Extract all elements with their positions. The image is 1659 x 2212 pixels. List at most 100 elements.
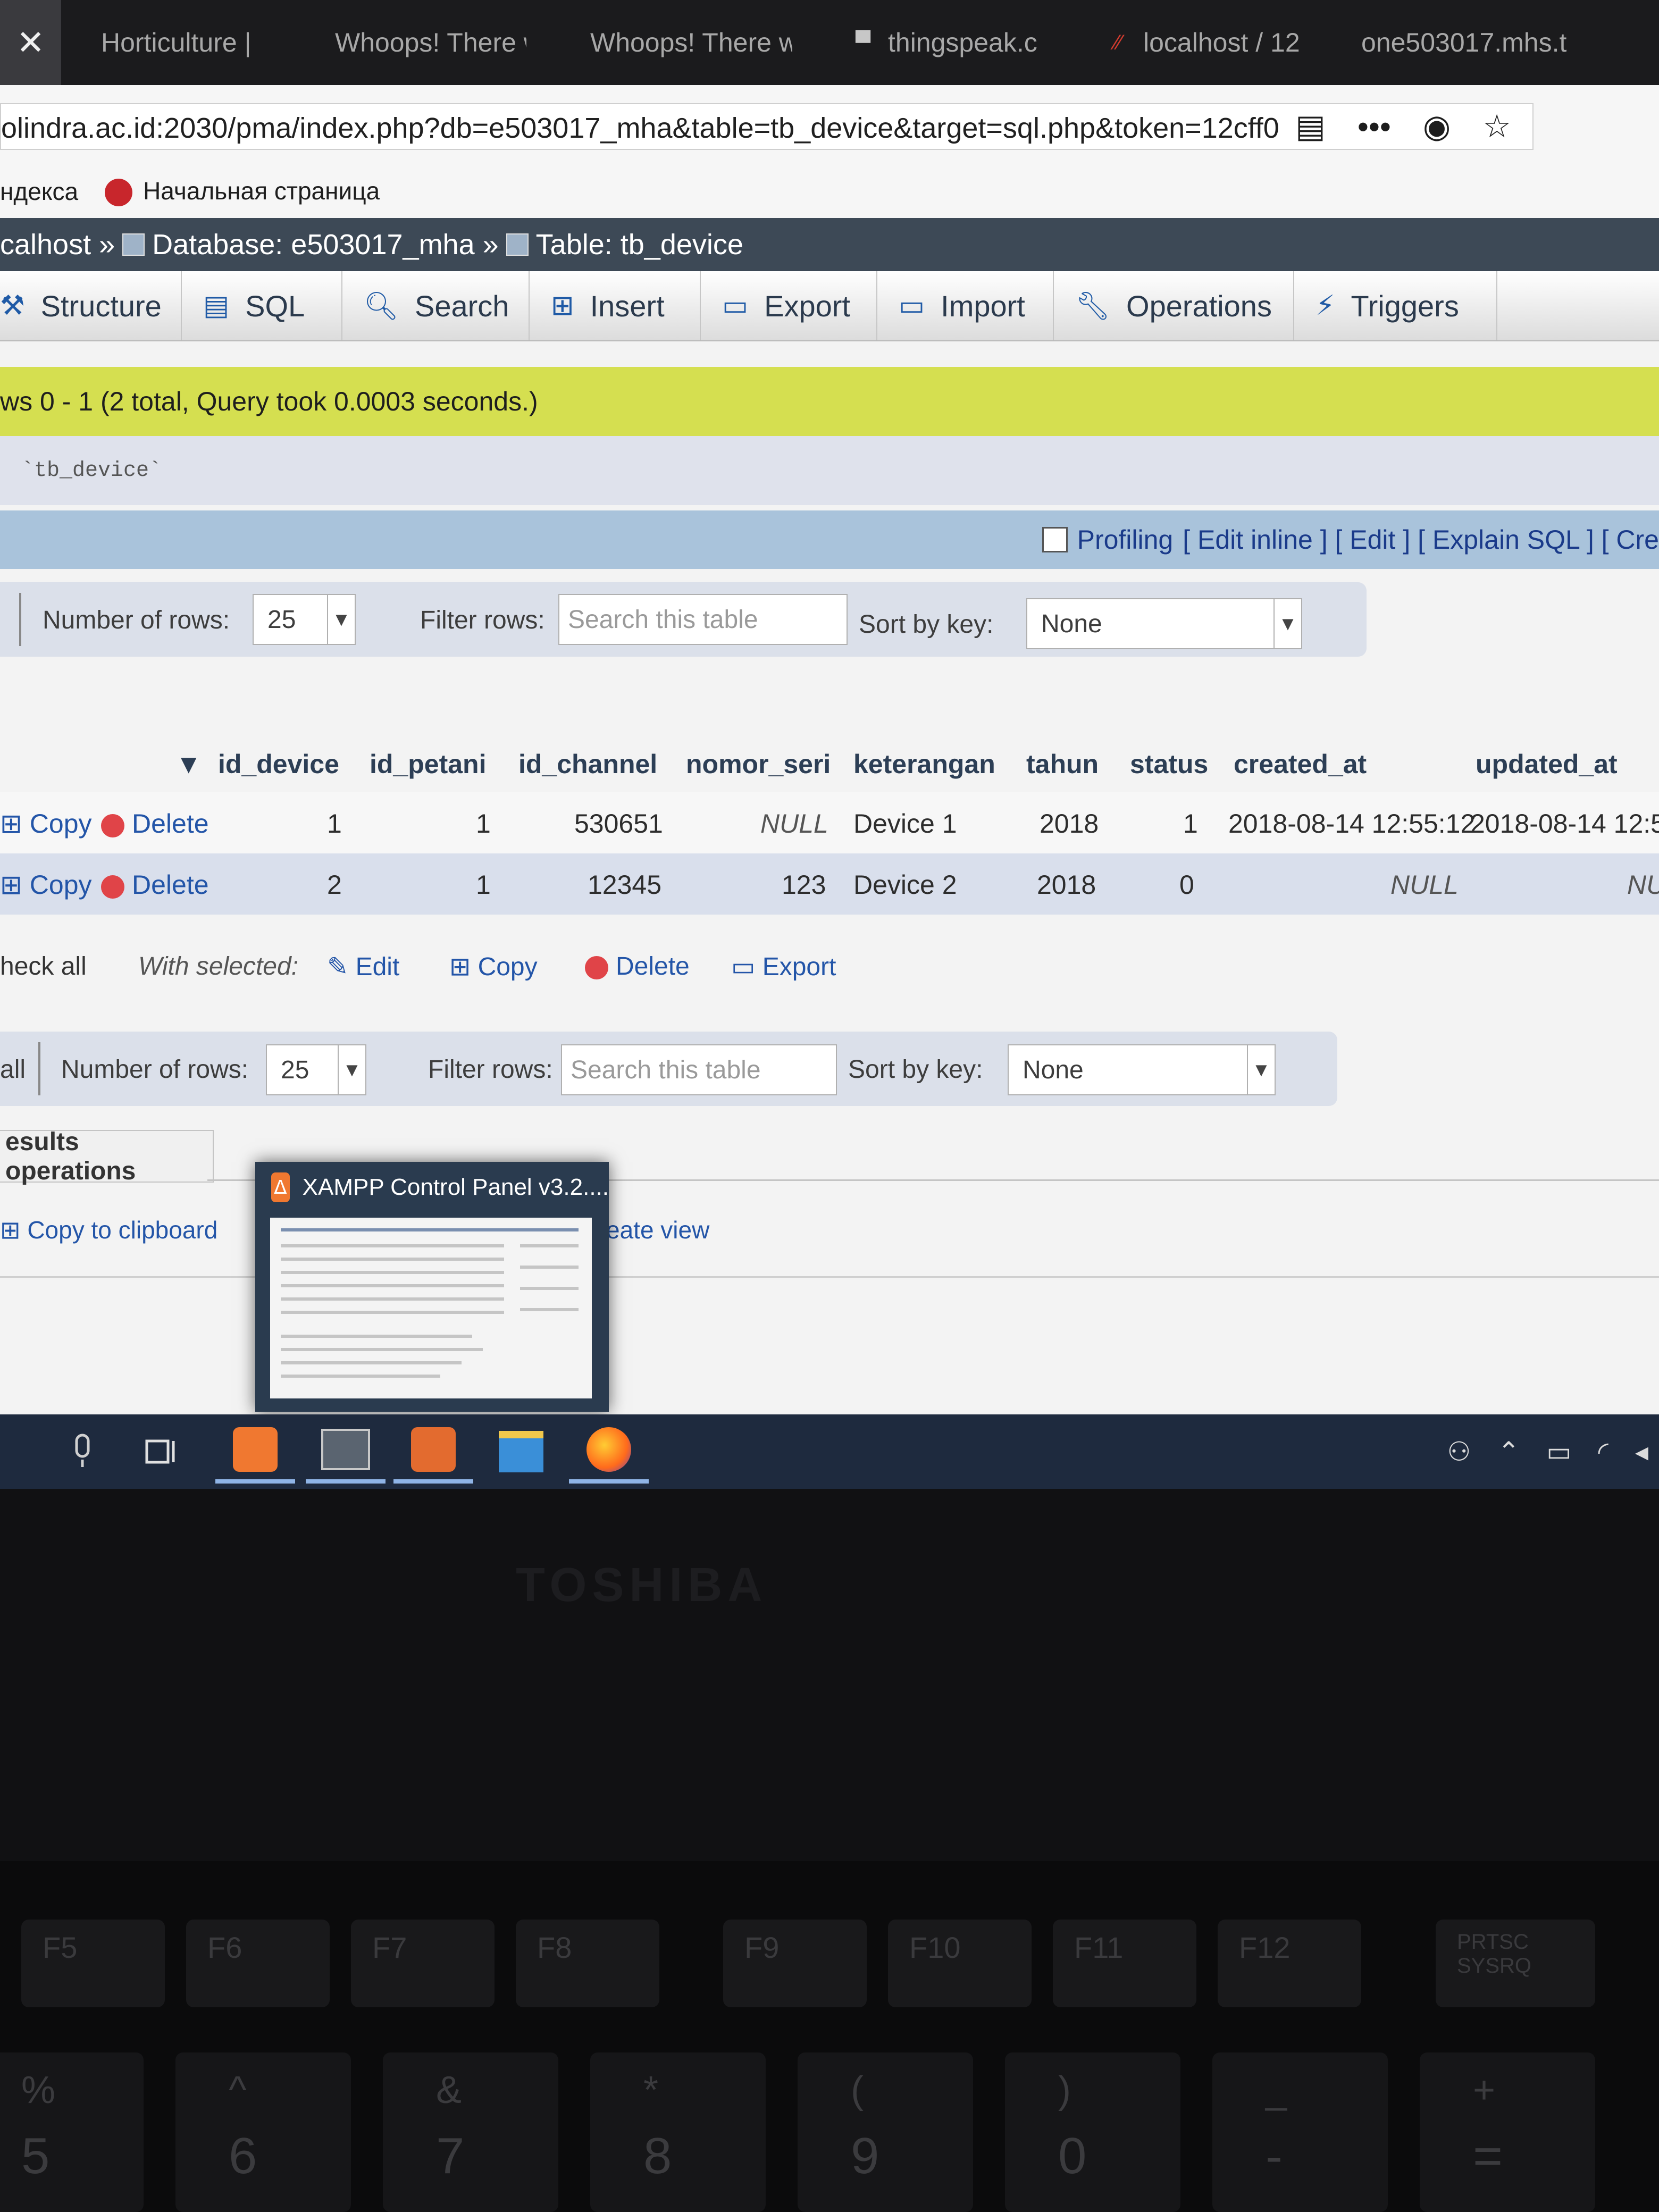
tab-sql[interactable]: ▤ SQL xyxy=(182,271,342,340)
rows-select[interactable]: 25 ▼ xyxy=(266,1044,366,1095)
pocket-icon[interactable]: ◉ xyxy=(1423,108,1451,145)
battery-icon[interactable]: ▭ xyxy=(1546,1436,1571,1467)
row-copy-link[interactable]: ⊞ Copy xyxy=(0,869,92,900)
bookmark-yandex[interactable]: ндекса xyxy=(0,177,78,206)
firefox-icon xyxy=(105,179,133,207)
tab-whoops-1[interactable]: Whoops! There w xyxy=(335,0,526,85)
triggers-icon: ⚡︎ xyxy=(1316,290,1335,321)
table-icon xyxy=(506,233,529,256)
delete-selected-button[interactable]: Delete xyxy=(585,952,690,981)
copy-selected-button[interactable]: ⊞ Copy xyxy=(449,952,538,982)
cell-id-device[interactable]: 2 xyxy=(327,869,342,900)
cell-id-channel[interactable]: 12345 xyxy=(588,869,661,900)
cell-status[interactable]: 1 xyxy=(1183,808,1198,839)
xampp-taskbar-preview[interactable]: ᐃ XAMPP Control Panel v3.2.... xyxy=(255,1162,609,1412)
cell-nomor-seri[interactable]: 123 xyxy=(782,869,826,900)
tab-search[interactable]: 🔍︎ Search xyxy=(342,271,530,340)
col-status[interactable]: status xyxy=(1130,749,1208,780)
sublime-taskbar-icon[interactable] xyxy=(306,1420,386,1484)
breadcrumb-server[interactable]: calhost » xyxy=(0,228,115,261)
query-links[interactable]: [ Edit inline ] [ Edit ] [ Explain SQL ]… xyxy=(1183,524,1659,555)
people-icon[interactable]: ⚇ xyxy=(1447,1436,1471,1467)
xampp-taskbar-icon[interactable] xyxy=(215,1420,295,1484)
tab-export[interactable]: ▭ Export xyxy=(701,271,877,340)
results-operations-bar: ⊞ Copy to clipboard eate view xyxy=(0,1202,1659,1260)
tab-localhost[interactable]: ⁄⁄ localhost / 12 xyxy=(1106,0,1319,85)
create-view-link[interactable]: eate view xyxy=(606,1216,709,1244)
filter-input[interactable]: Search this table xyxy=(561,1044,837,1095)
microphone-icon[interactable] xyxy=(43,1420,122,1484)
cell-created-at[interactable]: 2018-08-14 12:55:12 xyxy=(1228,808,1475,839)
col-id-device[interactable]: id_device xyxy=(218,749,339,780)
cell-id-petani[interactable]: 1 xyxy=(476,869,491,900)
volume-icon[interactable]: ◂ xyxy=(1635,1436,1648,1467)
rows-select[interactable]: 25 ▼ xyxy=(253,594,356,645)
cell-created-at[interactable]: NULL xyxy=(1390,869,1459,900)
col-tahun[interactable]: tahun xyxy=(1026,749,1099,780)
tab-structure[interactable]: ⚒ Structure xyxy=(0,271,182,340)
url-bar[interactable]: olindra.ac.id:2030/pma/index.php?db=e503… xyxy=(0,103,1534,150)
tab-one503017[interactable]: one503017.mhs.t xyxy=(1361,0,1611,85)
tab-import[interactable]: ▭ Import xyxy=(877,271,1054,340)
close-icon[interactable]: ✕ xyxy=(16,23,45,63)
reader-view-icon[interactable]: ▤ xyxy=(1295,108,1326,145)
task-view-icon[interactable] xyxy=(122,1420,202,1484)
tab-whoops-2[interactable]: Whoops! There w xyxy=(590,0,792,85)
show-all-link[interactable]: all xyxy=(0,1055,26,1084)
filter-input[interactable]: Search this table xyxy=(558,594,848,645)
system-tray: ⚇ ⌃ ▭ ◜ ◂ xyxy=(1447,1414,1648,1489)
cell-tahun[interactable]: 2018 xyxy=(1037,869,1096,900)
page-actions-icon[interactable]: ••• xyxy=(1358,108,1391,145)
breadcrumb-table[interactable]: Table: tb_device xyxy=(536,228,743,261)
tab-thingspeak[interactable]: ▀ thingspeak.c xyxy=(851,0,1079,85)
col-created-at[interactable]: created_at xyxy=(1234,749,1367,780)
cell-keterangan[interactable]: Device 1 xyxy=(853,808,957,839)
xampp-control-taskbar-icon[interactable] xyxy=(393,1420,473,1484)
row-copy-link[interactable]: ⊞ Copy xyxy=(0,808,92,839)
row-delete-link[interactable]: Delete xyxy=(101,869,209,900)
col-updated-at[interactable]: updated_at xyxy=(1476,749,1618,780)
cell-status[interactable]: 0 xyxy=(1179,869,1194,900)
cell-updated-at[interactable]: NU xyxy=(1627,869,1659,900)
bookmark-star-icon[interactable]: ☆ xyxy=(1482,108,1511,145)
cell-id-petani[interactable]: 1 xyxy=(476,808,491,839)
cell-keterangan[interactable]: Device 2 xyxy=(853,869,957,900)
chevron-up-icon[interactable]: ⌃ xyxy=(1497,1436,1520,1467)
wrench-icon: 🔧︎ xyxy=(1075,290,1111,322)
cell-tahun[interactable]: 2018 xyxy=(1040,808,1099,839)
cell-nomor-seri[interactable]: NULL xyxy=(760,808,828,839)
url-text[interactable]: olindra.ac.id:2030/pma/index.php?db=e503… xyxy=(1,112,1279,145)
browser-tab-bar: ✕ Horticulture | Whoops! There w Whoops!… xyxy=(0,0,1659,85)
wifi-icon[interactable]: ◜ xyxy=(1598,1436,1608,1467)
cell-id-device[interactable]: 1 xyxy=(327,808,342,839)
tab-operations[interactable]: 🔧︎ Operations xyxy=(1054,271,1294,340)
file-explorer-icon[interactable] xyxy=(481,1420,561,1484)
cell-id-channel[interactable]: 530651 xyxy=(574,808,663,839)
tab-triggers[interactable]: ⚡︎ Triggers xyxy=(1294,271,1497,340)
chevron-down-icon: ▼ xyxy=(1273,599,1301,648)
row-delete-link[interactable]: Delete xyxy=(101,808,209,839)
col-keterangan[interactable]: keterangan xyxy=(853,749,995,780)
sort-select[interactable]: None ▼ xyxy=(1026,598,1302,649)
col-nomor-seri[interactable]: nomor_seri xyxy=(686,749,831,780)
divider xyxy=(0,1276,1659,1278)
close-tab-button[interactable]: ✕ xyxy=(0,0,61,85)
check-all-link[interactable]: heck all xyxy=(0,952,87,981)
tab-insert[interactable]: ⊞ Insert xyxy=(530,271,701,340)
col-id-channel[interactable]: id_channel xyxy=(518,749,657,780)
firefox-taskbar-icon[interactable] xyxy=(569,1420,649,1484)
tab-horticulture[interactable]: Horticulture | xyxy=(101,0,266,85)
col-id-petani[interactable]: id_petani xyxy=(370,749,486,780)
profiling-checkbox[interactable] xyxy=(1042,527,1068,552)
edit-selected-button[interactable]: ✎ Edit xyxy=(327,952,399,982)
export-selected-button[interactable]: ▭ Export xyxy=(731,952,836,982)
bookmark-home[interactable]: Начальная страница xyxy=(105,177,380,207)
structure-icon: ⚒ xyxy=(0,290,25,321)
sort-select[interactable]: None ▼ xyxy=(1008,1044,1276,1095)
sort-arrow-icon[interactable]: ▼ xyxy=(175,749,202,780)
database-icon xyxy=(122,233,145,256)
key-f10: F10 xyxy=(888,1920,1032,2007)
cell-updated-at[interactable]: 2018-08-14 12:55 xyxy=(1470,808,1659,839)
copy-to-clipboard-link[interactable]: ⊞ Copy to clipboard xyxy=(0,1216,217,1244)
breadcrumb-database[interactable]: Database: e503017_mha » xyxy=(152,228,499,261)
